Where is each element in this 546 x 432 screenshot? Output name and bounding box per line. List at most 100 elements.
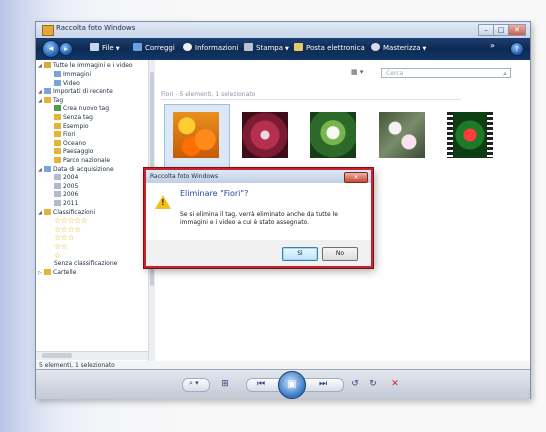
search-icon: ⌕	[503, 70, 507, 78]
film-strip-icon	[487, 112, 493, 158]
masterizza-menu[interactable]: Masterizza ▼	[371, 43, 426, 52]
app-icon	[42, 25, 54, 36]
sidebar-item-label: Immagini	[63, 71, 92, 78]
printer-icon	[244, 43, 253, 51]
more-button[interactable]: »	[490, 41, 495, 50]
actual-size-button[interactable]: ⊞	[218, 377, 232, 391]
dialog-message: Se si elimina il tag, verrà eliminato an…	[180, 211, 338, 226]
sidebar-item-label: Tag	[53, 96, 64, 104]
forward-button[interactable]: ▸	[59, 42, 73, 56]
sidebar-item[interactable]: Esempio	[48, 122, 89, 131]
sidebar-item-icon	[44, 165, 51, 172]
sidebar-item[interactable]: ◢ Tutte le immagini e i video	[38, 62, 133, 70]
next-button[interactable]: ⏭	[312, 377, 334, 391]
sidebar-item-label: Tutte le immagini e i video	[53, 62, 133, 69]
rotate-right-button[interactable]: ↻	[366, 377, 380, 391]
group-header: Fiori - 5 elementi, 1 selezionato	[161, 91, 461, 100]
sidebar-item-label: Cartelle	[53, 268, 77, 276]
sidebar-item-icon	[54, 131, 61, 138]
dialog-heading: Eliminare "Fiori"?	[180, 189, 249, 198]
sidebar-item-icon	[44, 208, 51, 215]
video-thumbnail[interactable]	[447, 112, 493, 158]
slideshow-button[interactable]: ▣	[278, 371, 306, 399]
sidebar-horizontal-scrollbar[interactable]	[36, 351, 148, 360]
previous-button[interactable]: ⏮	[250, 377, 272, 391]
sidebar-item-label: Data di acquisizione	[53, 165, 114, 173]
file-menu[interactable]: File ▼	[90, 43, 120, 52]
yes-button[interactable]: Sì	[282, 247, 318, 261]
sidebar-item[interactable]: 2011	[48, 200, 78, 208]
sidebar-item-label: 2006	[63, 191, 79, 199]
sidebar-item[interactable]: Senza tag	[48, 114, 93, 122]
toolbar: ◂ ▸ File ▼ Correggi Informazioni Stampa ▼ …	[36, 38, 530, 60]
playback-controls: ⌕ ▾ ⊞ ⏮ ▣ ⏭ ↺ ↻ ✕	[36, 369, 530, 399]
dialog-title: Raccolta foto Windows	[146, 170, 371, 183]
rating-filter[interactable]: ☆☆☆☆☆	[54, 217, 88, 225]
sidebar-item-label: Paesaggio	[63, 148, 94, 156]
sidebar-item[interactable]: Crea nuovo tag	[48, 105, 109, 113]
photo-thumbnail[interactable]	[242, 112, 288, 158]
photo-thumbnail[interactable]	[379, 112, 425, 158]
sidebar-item-no-rating[interactable]: Senza classificazione	[54, 260, 117, 268]
minimize-button[interactable]: –	[478, 24, 494, 36]
stampa-menu[interactable]: Stampa ▼	[244, 43, 289, 52]
sidebar-item[interactable]: 2005	[48, 182, 79, 191]
disc-icon	[371, 43, 380, 51]
sidebar-item-icon	[44, 96, 51, 103]
film-strip-icon	[447, 112, 453, 158]
search-input[interactable]: Cerca ⌕	[381, 68, 511, 78]
sidebar-item-label: Esempio	[63, 122, 89, 130]
sidebar-item[interactable]: ◢ Tag	[38, 96, 64, 105]
rating-filter[interactable]: ☆☆	[54, 243, 68, 251]
sidebar-item[interactable]: Paesaggio	[48, 148, 93, 156]
folder-icon	[44, 268, 51, 275]
sidebar-item-icon	[54, 182, 61, 189]
sidebar-item[interactable]: Oceano	[48, 139, 86, 148]
sidebar-item-icon	[54, 157, 61, 163]
sidebar-item-icon	[44, 88, 51, 95]
back-button[interactable]: ◂	[42, 40, 60, 58]
sidebar-item-icon	[54, 174, 61, 181]
sidebar-item-label: Crea nuovo tag	[63, 105, 110, 113]
delete-tag-dialog: Raccolta foto Windows ✕ ! Eliminare "Fio…	[144, 168, 373, 268]
sidebar-item-icon	[54, 122, 61, 129]
sidebar-item-label: 2005	[63, 182, 79, 190]
view-size-button[interactable]: ▦ ▾	[351, 68, 375, 78]
help-button[interactable]: ?	[510, 42, 524, 56]
sidebar-item-icon	[44, 62, 51, 68]
sidebar-item[interactable]: Fiori	[48, 131, 76, 139]
sidebar-item[interactable]: ◢ Importati di recente	[38, 88, 113, 96]
correggi-button[interactable]: Correggi	[133, 43, 175, 52]
sidebar-item-icon	[54, 114, 61, 120]
rotate-left-button[interactable]: ↺	[348, 377, 362, 391]
sidebar-item-icon	[54, 71, 61, 77]
zoom-button[interactable]: ⌕ ▾	[182, 378, 210, 392]
dialog-close-button[interactable]: ✕	[344, 172, 368, 183]
photo-thumbnail[interactable]	[310, 112, 356, 158]
sidebar-item-label: 2011	[63, 200, 79, 207]
sidebar-item-label: Importati di recente	[53, 88, 113, 96]
photo-thumbnail[interactable]	[173, 112, 219, 158]
sidebar-item-icon	[54, 79, 61, 86]
delete-button[interactable]: ✕	[388, 377, 402, 391]
sidebar-item-label: Oceano	[63, 139, 86, 147]
sidebar-item-label: Senza tag	[63, 114, 93, 121]
navigation-pane: ◢ Tutte le immagini e i video Immagini Vide…	[36, 60, 155, 361]
posta-button[interactable]: Posta elettronica	[294, 43, 365, 52]
sidebar-item[interactable]: Immagini	[48, 71, 91, 79]
sidebar-item[interactable]: ◢ Data di acquisizione	[38, 165, 114, 174]
sidebar-item-label: Parco nazionale	[63, 157, 111, 164]
sidebar-item[interactable]: 2006	[48, 191, 78, 199]
sidebar-item-icon	[54, 200, 61, 206]
maximize-button[interactable]: □	[493, 24, 509, 36]
sidebar-item-icon	[54, 139, 61, 146]
informazioni-button[interactable]: Informazioni	[183, 43, 238, 52]
sidebar-item-folders[interactable]: ▷ Cartelle	[38, 268, 77, 277]
sidebar-item[interactable]: Video	[48, 79, 80, 88]
no-button[interactable]: No	[322, 247, 358, 261]
rating-filter[interactable]: ☆	[54, 251, 61, 260]
sidebar-item[interactable]: 2004	[48, 174, 78, 182]
warning-mark: !	[161, 198, 165, 207]
close-button[interactable]: ✕	[508, 24, 526, 36]
sidebar-item[interactable]: Parco nazionale	[48, 157, 110, 165]
